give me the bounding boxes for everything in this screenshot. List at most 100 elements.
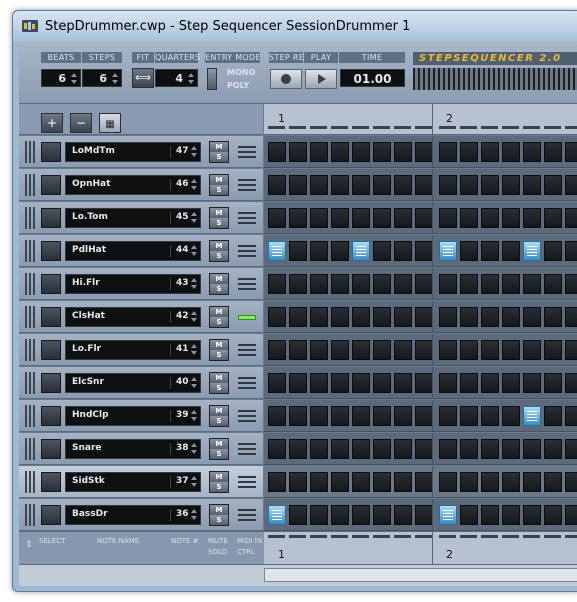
step-cell[interactable] xyxy=(502,340,520,360)
step-cell[interactable] xyxy=(523,241,541,261)
midi-in-indicator[interactable] xyxy=(238,212,256,224)
step-cell[interactable] xyxy=(523,307,541,327)
midi-in-indicator[interactable] xyxy=(238,311,256,323)
solo-button[interactable]: S xyxy=(210,482,228,492)
step-cell[interactable] xyxy=(481,340,499,360)
step-cell[interactable] xyxy=(502,274,520,294)
solo-button[interactable]: S xyxy=(210,449,228,459)
step-cell[interactable] xyxy=(289,175,307,195)
step-cell[interactable] xyxy=(544,373,562,393)
step-cell[interactable] xyxy=(310,505,328,525)
step-cell[interactable] xyxy=(352,505,370,525)
step-cell[interactable] xyxy=(415,307,433,327)
track-select-button[interactable] xyxy=(41,472,61,492)
step-cell[interactable] xyxy=(481,175,499,195)
track-select-button[interactable] xyxy=(41,439,61,459)
step-cell[interactable] xyxy=(331,340,349,360)
step-cell[interactable] xyxy=(565,505,577,525)
step-cell[interactable] xyxy=(439,175,457,195)
step-cell[interactable] xyxy=(481,406,499,426)
step-cell[interactable] xyxy=(310,439,328,459)
solo-button[interactable]: S xyxy=(210,218,228,228)
step-cell[interactable] xyxy=(373,241,391,261)
step-cell[interactable] xyxy=(565,208,577,228)
step-cell[interactable] xyxy=(373,373,391,393)
step-cell[interactable] xyxy=(439,142,457,162)
mute-button[interactable]: M xyxy=(210,307,228,317)
step-cell[interactable] xyxy=(565,142,577,162)
drag-handle-icon[interactable] xyxy=(25,438,35,460)
step-cell[interactable] xyxy=(289,208,307,228)
track-select-button[interactable] xyxy=(41,274,61,294)
horizontal-scrollbar[interactable] xyxy=(19,564,577,586)
step-cell[interactable] xyxy=(565,472,577,492)
step-cell[interactable] xyxy=(502,175,520,195)
mute-button[interactable]: M xyxy=(210,373,228,383)
mute-button[interactable]: M xyxy=(210,274,228,284)
grid-view-button[interactable]: ▦ xyxy=(99,113,121,133)
step-cell[interactable] xyxy=(481,142,499,162)
midi-in-indicator[interactable] xyxy=(238,476,256,488)
step-cell[interactable] xyxy=(544,142,562,162)
note-name-field[interactable]: ClsHat 42 xyxy=(65,307,201,327)
step-cell[interactable] xyxy=(352,373,370,393)
drag-handle-icon[interactable] xyxy=(25,339,35,361)
step-cell[interactable] xyxy=(268,505,286,525)
step-cell[interactable] xyxy=(481,439,499,459)
step-cell[interactable] xyxy=(373,406,391,426)
drag-handle-icon[interactable] xyxy=(25,405,35,427)
drag-handle-icon[interactable] xyxy=(25,141,35,163)
track-select-button[interactable] xyxy=(41,373,61,393)
step-cell[interactable] xyxy=(331,274,349,294)
step-cell[interactable] xyxy=(331,373,349,393)
step-cell[interactable] xyxy=(352,340,370,360)
note-name-field[interactable]: Lo.Flr 41 xyxy=(65,340,201,360)
step-cell[interactable] xyxy=(523,439,541,459)
step-cell[interactable] xyxy=(460,373,478,393)
step-cell[interactable] xyxy=(565,175,577,195)
drag-handle-icon[interactable] xyxy=(25,306,35,328)
step-cell[interactable] xyxy=(289,406,307,426)
step-cell[interactable] xyxy=(289,340,307,360)
beats-spinner[interactable]: 6 xyxy=(41,69,81,87)
step-cell[interactable] xyxy=(352,175,370,195)
add-track-button[interactable]: + xyxy=(41,113,63,133)
step-cell[interactable] xyxy=(268,340,286,360)
step-cell[interactable] xyxy=(310,373,328,393)
step-cell[interactable] xyxy=(544,472,562,492)
step-cell[interactable] xyxy=(565,373,577,393)
step-cell[interactable] xyxy=(502,439,520,459)
step-cell[interactable] xyxy=(502,142,520,162)
midi-in-indicator[interactable] xyxy=(238,179,256,191)
step-cell[interactable] xyxy=(523,505,541,525)
note-name-field[interactable]: Hi.Flr 43 xyxy=(65,274,201,294)
step-cell[interactable] xyxy=(565,274,577,294)
step-cell[interactable] xyxy=(394,307,412,327)
step-cell[interactable] xyxy=(439,274,457,294)
step-cell[interactable] xyxy=(394,241,412,261)
step-cell[interactable] xyxy=(439,406,457,426)
step-cell[interactable] xyxy=(268,472,286,492)
spin-arrows-icon[interactable] xyxy=(191,278,197,289)
step-cell[interactable] xyxy=(460,142,478,162)
step-cell[interactable] xyxy=(544,241,562,261)
step-cell[interactable] xyxy=(460,340,478,360)
step-cell[interactable] xyxy=(310,142,328,162)
step-cell[interactable] xyxy=(481,208,499,228)
note-name-field[interactable]: Snare 38 xyxy=(65,439,201,459)
step-cell[interactable] xyxy=(331,439,349,459)
step-cell[interactable] xyxy=(394,142,412,162)
spin-arrows-icon[interactable] xyxy=(191,377,197,388)
step-cell[interactable] xyxy=(331,142,349,162)
track-select-button[interactable] xyxy=(41,142,61,162)
scrollbar-thumb[interactable] xyxy=(264,568,577,582)
step-cell[interactable] xyxy=(565,340,577,360)
step-cell[interactable] xyxy=(289,142,307,162)
step-cell[interactable] xyxy=(331,241,349,261)
step-cell[interactable] xyxy=(481,373,499,393)
step-cell[interactable] xyxy=(502,373,520,393)
step-cell[interactable] xyxy=(268,373,286,393)
step-cell[interactable] xyxy=(415,208,433,228)
steps-spinner[interactable]: 6 xyxy=(82,69,122,87)
poly-option[interactable]: POLY xyxy=(227,81,249,90)
